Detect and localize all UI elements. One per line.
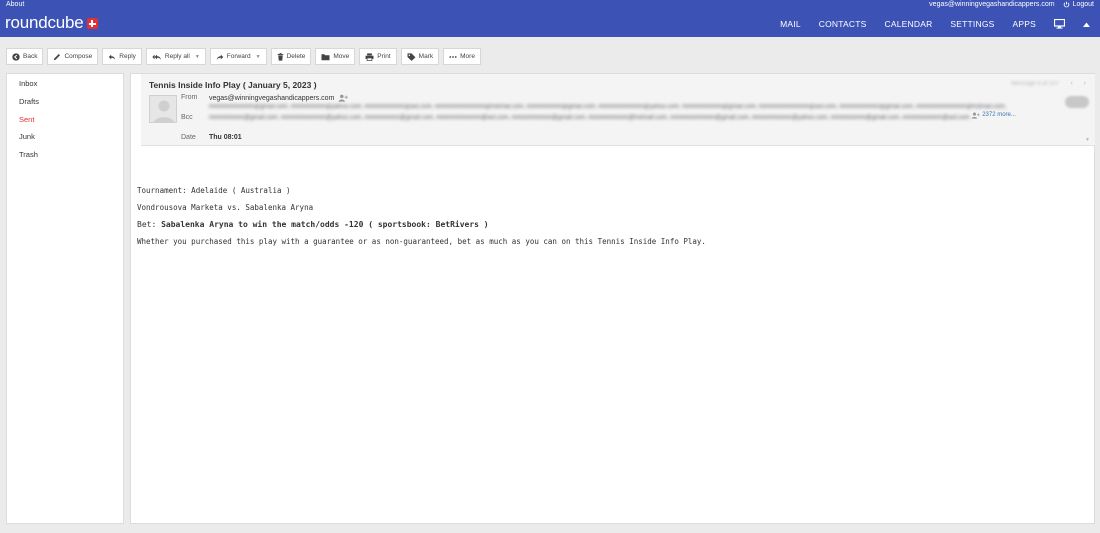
- power-icon: [1063, 1, 1069, 8]
- logout-button[interactable]: Logout: [1063, 1, 1094, 8]
- compose-button[interactable]: Compose: [47, 48, 99, 65]
- forward-dropdown-icon[interactable]: ▼: [256, 54, 261, 60]
- folder-sent[interactable]: Sent: [19, 115, 34, 124]
- logo-text: roundcube: [5, 13, 84, 32]
- reply-label: Reply: [119, 53, 136, 60]
- folder-move-icon: [321, 53, 330, 60]
- nav-settings[interactable]: SETTINGS: [950, 19, 994, 29]
- message-subject: Tennis Inside Info Play ( January 5, 202…: [149, 80, 317, 90]
- bcc-more-label: 2372 more...: [982, 111, 1016, 118]
- ellipsis-icon: [449, 55, 457, 58]
- message-header: Tennis Inside Info Play ( January 5, 202…: [141, 74, 1095, 146]
- forward-label: Forward: [226, 53, 251, 60]
- folder-junk[interactable]: Junk: [19, 132, 35, 141]
- delete-button[interactable]: Delete: [270, 48, 312, 65]
- reply-button[interactable]: Reply: [102, 48, 142, 65]
- more-label: More: [460, 53, 475, 60]
- trash-icon: [277, 52, 283, 61]
- top-bar: About vegas@winningvegashandicappers.com…: [0, 0, 1100, 37]
- from-label: From: [181, 94, 198, 101]
- from-email: vegas@winningvegashandicappers.com: [209, 94, 335, 102]
- collapse-up-icon[interactable]: [1083, 22, 1090, 27]
- body-line-matchup: Vondrousova Marketa vs. Sabalenka Aryna: [137, 203, 314, 212]
- desktop-icon[interactable]: [1054, 19, 1065, 29]
- body-line-tournament: Tournament: Adelaide ( Australia ): [137, 186, 291, 195]
- expand-down-icon[interactable]: ▼: [1085, 137, 1090, 143]
- logo-plus-icon: [86, 18, 98, 29]
- folder-drafts[interactable]: Drafts: [19, 97, 39, 106]
- contacts-icon: [971, 112, 980, 119]
- message-pane: Tennis Inside Info Play ( January 5, 202…: [130, 73, 1095, 524]
- back-circle-icon: [12, 52, 20, 61]
- folder-list: Inbox Drafts Sent Junk Trash: [6, 73, 124, 524]
- user-email: vegas@winningvegashandicappers.com: [929, 1, 1055, 8]
- next-message-icon[interactable]: ›: [1084, 80, 1086, 87]
- reply-all-button[interactable]: Reply all ▼: [145, 48, 206, 65]
- bcc-recipients: mmmmmmmmm@gmail.com, mmmmmmm@yahoo.com, …: [209, 104, 1059, 122]
- logout-label: Logout: [1072, 1, 1094, 8]
- nav-contacts[interactable]: CONTACTS: [819, 19, 867, 29]
- folder-trash[interactable]: Trash: [19, 150, 38, 159]
- nav-apps[interactable]: APPS: [1013, 19, 1036, 29]
- body-line-bet: Bet: Sabalenka Aryna to win the match/od…: [137, 220, 706, 230]
- body-line-note: Whether you purchased this play with a g…: [137, 237, 706, 246]
- forward-icon: [216, 54, 223, 60]
- bcc-label: Bcc: [181, 114, 193, 121]
- reply-all-icon: [152, 54, 161, 60]
- previous-message-icon[interactable]: ‹: [1071, 80, 1073, 87]
- bcc-more-link[interactable]: 2372 more...: [971, 112, 1016, 120]
- sender-avatar: [149, 95, 177, 123]
- nav-mail[interactable]: MAIL: [780, 19, 801, 29]
- tag-icon: [407, 52, 416, 61]
- move-button[interactable]: Move: [315, 48, 356, 65]
- message-date: Thu 08:01: [209, 134, 242, 141]
- user-info: vegas@winningvegashandicappers.com Logou…: [929, 1, 1094, 8]
- printer-icon: [365, 52, 374, 61]
- move-label: Move: [333, 53, 350, 60]
- back-label: Back: [23, 53, 38, 60]
- about-link[interactable]: About: [6, 1, 24, 8]
- add-contact-icon[interactable]: [338, 94, 349, 102]
- date-label: Date: [181, 134, 196, 141]
- person-silhouette-icon: [153, 100, 175, 122]
- compose-label: Compose: [64, 53, 93, 60]
- main-nav: MAIL CONTACTS CALENDAR SETTINGS APPS: [762, 19, 1090, 29]
- nav-calendar[interactable]: CALENDAR: [885, 19, 933, 29]
- reply-all-dropdown-icon[interactable]: ▼: [195, 54, 200, 60]
- back-button[interactable]: Back: [6, 48, 44, 65]
- from-address[interactable]: vegas@winningvegashandicappers.com: [209, 94, 349, 102]
- roundcube-logo[interactable]: roundcube: [5, 14, 98, 31]
- delete-label: Delete: [286, 53, 306, 60]
- reply-icon: [109, 54, 116, 60]
- headers-toggle[interactable]: [1065, 96, 1089, 108]
- forward-button[interactable]: Forward ▼: [209, 48, 267, 65]
- message-toolbar: Back Compose Reply Reply all ▼ Forward ▼…: [6, 48, 481, 65]
- folder-inbox[interactable]: Inbox: [19, 79, 37, 88]
- print-label: Print: [377, 53, 391, 60]
- bcc-recipient-list: mmmmmmmmm@gmail.com, mmmmmmm@yahoo.com, …: [209, 104, 1007, 121]
- bet-prefix: Bet:: [137, 220, 162, 229]
- reply-all-label: Reply all: [164, 53, 190, 60]
- pencil-icon: [54, 53, 61, 60]
- mark-button[interactable]: Mark: [400, 48, 440, 65]
- more-button[interactable]: More: [443, 48, 481, 65]
- print-button[interactable]: Print: [359, 48, 397, 65]
- message-counter: Message 4 of 107: [1011, 81, 1059, 87]
- message-body: Tournament: Adelaide ( Australia ) Vondr…: [137, 186, 706, 254]
- bet-text: Sabalenka Aryna to win the match/odds -1…: [161, 220, 489, 229]
- mark-label: Mark: [418, 53, 434, 60]
